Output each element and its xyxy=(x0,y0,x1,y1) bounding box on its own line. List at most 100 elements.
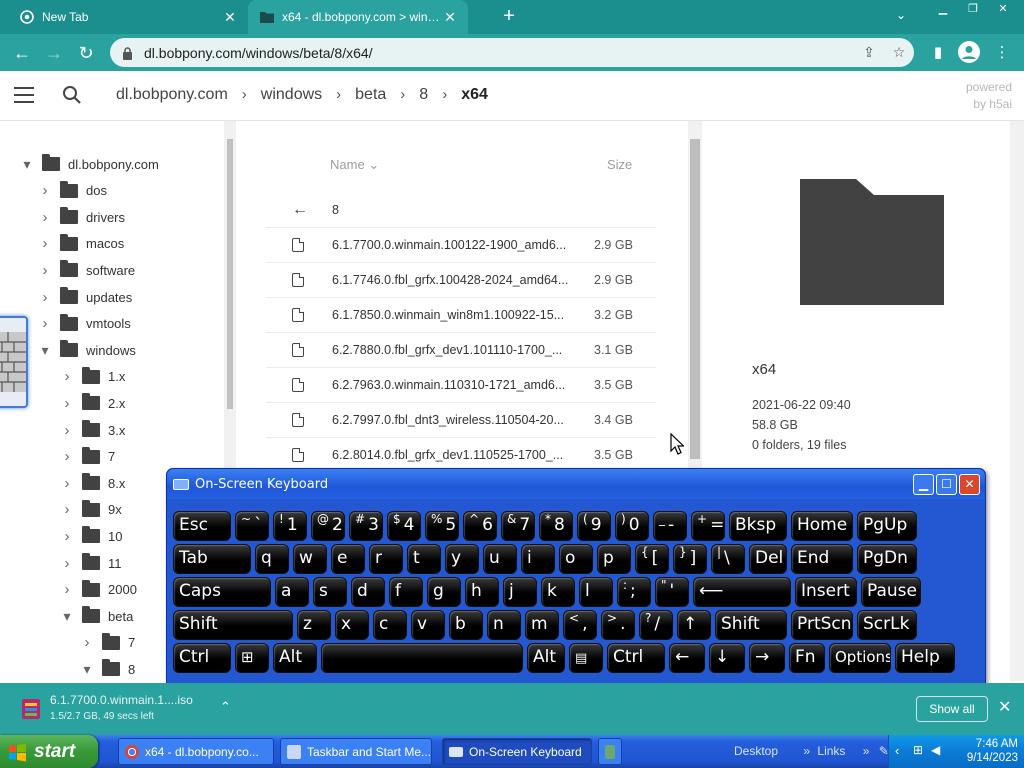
minimize-button[interactable]: ▁ xyxy=(926,0,960,18)
key[interactable]: | \ xyxy=(711,544,745,574)
breadcrumb-item[interactable]: dl.bobpony.com xyxy=(116,86,228,104)
key-f[interactable]: f xyxy=(389,577,423,607)
chevron-down-icon[interactable]: ▾ xyxy=(60,608,74,625)
file-row[interactable]: 6.2.7963.0.winmain.110310-1721_amd6... 3.… xyxy=(266,368,656,403)
chevron-right-icon[interactable]: › xyxy=(60,448,74,465)
key-a[interactable]: a xyxy=(275,577,309,607)
key--[interactable]: ↓ xyxy=(709,643,745,673)
parent-row[interactable]: ← 8 xyxy=(266,193,656,228)
key[interactable]: & 7 xyxy=(501,511,535,541)
key-pause[interactable]: Pause xyxy=(861,577,921,607)
address-bar[interactable]: dl.bobpony.com/windows/beta/8/x64/ ⇪ ☆ xyxy=(110,38,914,67)
column-size-header[interactable]: Size xyxy=(607,157,632,172)
key[interactable]: " ' xyxy=(655,577,689,607)
file-row[interactable]: 6.1.7850.0.winmain_win8m1.100922-15... 3.… xyxy=(266,298,656,333)
key[interactable]: ! 1 xyxy=(273,511,307,541)
taskbar-item-app[interactable] xyxy=(598,738,622,765)
forward-arrow-icon[interactable]: → xyxy=(43,42,65,64)
key[interactable]: {[ xyxy=(635,544,669,574)
key-z[interactable]: z xyxy=(297,610,331,640)
brick-wall-widget[interactable] xyxy=(0,316,28,408)
chevron-right-icon[interactable]: › xyxy=(38,262,52,279)
key-insert[interactable]: Insert xyxy=(795,577,857,607)
key-shift[interactable]: Shift xyxy=(715,610,787,640)
key[interactable]: % 5 xyxy=(425,511,459,541)
network-icon[interactable]: ⊞ xyxy=(913,743,923,757)
key-ctrl[interactable]: Ctrl xyxy=(607,643,665,673)
tree-item[interactable]: › 7 xyxy=(80,630,135,656)
side-panel-icon[interactable]: ▮ xyxy=(926,42,950,64)
breadcrumb-item[interactable]: beta xyxy=(355,86,386,104)
taskbar-item-taskbar-properties[interactable]: Taskbar and Start Me... xyxy=(280,738,432,765)
close-icon[interactable]: ✕ xyxy=(222,9,238,26)
close-button[interactable]: ✕ xyxy=(959,474,980,495)
key-l[interactable]: l xyxy=(579,577,613,607)
key-e[interactable]: e xyxy=(331,544,365,574)
key[interactable]: :; xyxy=(617,577,651,607)
key[interactable]: + = xyxy=(691,511,725,541)
key[interactable]: ^ 6 xyxy=(463,511,497,541)
tab-new-tab[interactable]: New Tab ✕ xyxy=(0,0,248,34)
show-all-button[interactable]: Show all xyxy=(916,696,988,722)
key[interactable]: * 8 xyxy=(539,511,573,541)
chevron-right-icon[interactable]: › xyxy=(80,634,94,651)
maximize-button[interactable]: ☐ xyxy=(936,474,957,495)
file-row[interactable]: 6.1.7700.0.winmain.100122-1900_amd6... 2.… xyxy=(266,228,656,263)
chevron-right-icon[interactable]: › xyxy=(38,182,52,199)
key--[interactable]: ⟵ xyxy=(693,577,791,607)
key-help[interactable]: Help xyxy=(895,643,955,673)
chevron-right-icon[interactable]: › xyxy=(60,555,74,572)
chevron-right-icon[interactable]: › xyxy=(60,368,74,385)
chevron-right-icon[interactable]: › xyxy=(38,235,52,252)
key-u[interactable]: u xyxy=(483,544,517,574)
breadcrumb-item[interactable]: 8 xyxy=(419,86,428,104)
key-o[interactable]: o xyxy=(559,544,593,574)
chevron-right-icon[interactable]: › xyxy=(60,581,74,598)
key-caps[interactable]: Caps xyxy=(173,577,271,607)
clock[interactable]: 7:46 AM 9/14/2023 xyxy=(967,737,1018,765)
key[interactable]: (9 xyxy=(577,511,611,541)
menu-key[interactable]: ▤ xyxy=(569,643,603,673)
key[interactable]: ? / xyxy=(639,610,673,640)
key-end[interactable]: End xyxy=(791,544,853,574)
key-r[interactable]: r xyxy=(369,544,403,574)
key--[interactable]: ← xyxy=(669,643,705,673)
share-icon[interactable]: ⇪ xyxy=(854,44,884,61)
key[interactable]: $4 xyxy=(387,511,421,541)
tree-item[interactable]: ▾ beta xyxy=(60,603,133,629)
file-row[interactable]: 6.1.7746.0.fbl_grfx.100428-2024_amd64...… xyxy=(266,263,656,298)
chevron-right-icon[interactable]: › xyxy=(60,528,74,545)
chevron-right-icon[interactable]: › xyxy=(60,501,74,518)
tree-item[interactable]: › macos xyxy=(38,231,124,257)
key-y[interactable]: y xyxy=(445,544,479,574)
key-fn[interactable]: Fn xyxy=(789,643,825,673)
powered-by[interactable]: powered by h5ai xyxy=(966,79,1012,113)
key-k[interactable]: k xyxy=(541,577,575,607)
key-v[interactable]: v xyxy=(411,610,445,640)
key-pgup[interactable]: PgUp xyxy=(857,511,917,541)
chevron-right-icon[interactable]: › xyxy=(38,289,52,306)
column-name-header[interactable]: Name ⌄ xyxy=(330,157,379,173)
key-d[interactable]: d xyxy=(351,577,385,607)
chevron-right-icon[interactable]: › xyxy=(60,395,74,412)
chevron-down-icon[interactable]: ▾ xyxy=(20,156,34,173)
tree-item[interactable]: › 10 xyxy=(60,523,122,549)
close-icon[interactable]: ✕ xyxy=(442,9,458,26)
taskbar-item-osk[interactable]: On-Screen Keyboard xyxy=(442,738,592,765)
volume-icon[interactable]: ◀ xyxy=(931,743,940,757)
key[interactable]: _ - xyxy=(653,511,687,541)
reload-icon[interactable]: ↻ xyxy=(75,42,97,64)
key-i[interactable]: i xyxy=(521,544,555,574)
tray-expand-icon[interactable]: ‹ xyxy=(895,743,899,758)
key-options[interactable]: Options xyxy=(829,643,891,673)
chevron-right-icon[interactable]: › xyxy=(60,475,74,492)
tab-x64[interactable]: x64 - dl.bobpony.com > windows > ✕ xyxy=(248,0,468,34)
key[interactable]: #3 xyxy=(349,511,383,541)
tree-item[interactable]: › 2.x xyxy=(60,390,125,416)
tree-item[interactable]: › software xyxy=(38,257,135,283)
chevron-down-icon[interactable]: ▾ xyxy=(80,661,94,678)
menu-icon[interactable] xyxy=(14,87,34,103)
tree-item[interactable]: › 8.x xyxy=(60,470,125,496)
key-s[interactable]: s xyxy=(313,577,347,607)
tree-item[interactable]: › vmtools xyxy=(38,311,131,337)
